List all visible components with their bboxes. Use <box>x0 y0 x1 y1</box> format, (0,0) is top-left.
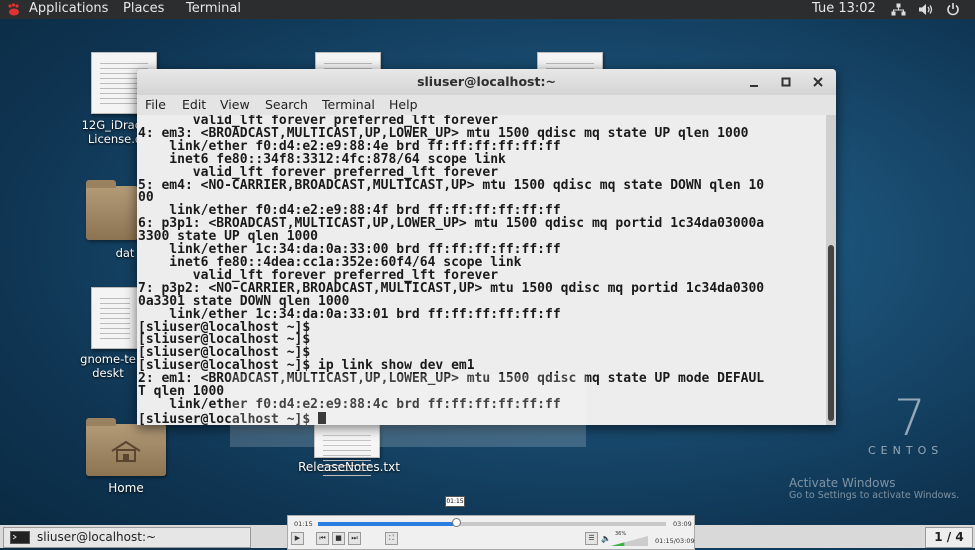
menu-edit[interactable]: Edit <box>182 97 206 112</box>
fullscreen-icon[interactable]: ⛶ <box>385 532 398 545</box>
playlist-icon[interactable]: ☰ <box>585 532 598 545</box>
desktop-icon-label: deskt <box>92 366 124 380</box>
maximize-icon[interactable] <box>777 73 795 91</box>
terminal-app-menu[interactable]: Terminal <box>186 1 241 16</box>
seek-bar[interactable] <box>318 522 666 526</box>
volume-slider[interactable] <box>611 536 648 546</box>
terminal-output[interactable]: valid_lft forever preferred_lft forever 4… <box>137 115 826 425</box>
speaker-icon[interactable]: 🔈 <box>601 534 611 543</box>
menu-search[interactable]: Search <box>265 97 308 112</box>
places-menu[interactable]: Places <box>123 1 164 16</box>
house-icon <box>111 440 141 462</box>
previous-icon[interactable]: ⏮ <box>316 532 329 545</box>
desktop-file-icon[interactable] <box>91 287 139 349</box>
volume-icon[interactable] <box>918 3 934 16</box>
video-player-controls: 01:15 03:09 ▶ ⏮ ■ ⏭ ⛶ ☰ 🔈 36% 01:15/03:0… <box>287 515 695 550</box>
desktop-icon-label: Home <box>108 481 144 495</box>
activate-title: Activate Windows <box>789 476 896 490</box>
play-icon[interactable]: ▶ <box>291 532 304 545</box>
stop-icon[interactable]: ■ <box>332 532 345 545</box>
terminal-icon <box>10 531 30 544</box>
terminal-line: 2: em1: <BROADCAST,MULTICAST,UP,LOWER_UP… <box>138 371 765 387</box>
terminal-menubar: File Edit View Search Terminal Help <box>137 95 836 115</box>
terminal-prompt-line[interactable]: [sliuser@localhost ~]$ <box>137 411 826 425</box>
menu-view[interactable]: View <box>220 97 250 112</box>
network-icon[interactable] <box>891 3 906 16</box>
terminal-line: link/ether f0:d4:e2:e9:88:4c brd ff:ff:f… <box>138 396 561 412</box>
window-titlebar[interactable]: sliuser@localhost:~ <box>137 69 836 95</box>
centos-watermark: 7 CENTOS <box>868 392 943 457</box>
desktop-icon-gnome-terminal[interactable]: gnome-te deskt <box>68 352 148 380</box>
desktop-icon-label: ReleaseNotes.txt <box>298 460 400 474</box>
terminal-line: 5: em4: <NO-CARRIER,BROADCAST,MULTICAST,… <box>138 177 765 193</box>
taskbar-terminal-button[interactable]: sliuser@localhost:~ <box>3 527 251 548</box>
taskbar-terminal-label: sliuser@localhost:~ <box>37 530 157 544</box>
seek-tooltip: 01:15 <box>445 496 465 507</box>
desktop-icon-home[interactable]: Home <box>86 481 166 495</box>
text-cursor <box>318 411 327 424</box>
centos-logo-text: CENTOS <box>868 444 944 457</box>
terminal-scrollbar[interactable] <box>826 115 836 425</box>
next-icon[interactable]: ⏭ <box>348 532 361 545</box>
home-folder-icon[interactable] <box>86 418 166 476</box>
gnome-foot-icon[interactable] <box>7 3 21 16</box>
time-readout: 01:15/03:09 <box>655 537 695 545</box>
close-icon[interactable] <box>809 73 827 91</box>
top-panel: Applications Places Terminal Tue 13:02 <box>0 0 975 19</box>
clock[interactable]: Tue 13:02 <box>812 1 876 16</box>
current-time: 01:15 <box>294 520 313 528</box>
workspace-switcher[interactable]: 1 / 4 <box>925 527 973 548</box>
menu-help[interactable]: Help <box>389 97 418 112</box>
power-icon[interactable] <box>946 2 960 16</box>
scrollbar-thumb[interactable] <box>828 245 834 421</box>
data-folder-icon[interactable] <box>86 180 138 240</box>
window-title: sliuser@localhost:~ <box>417 74 556 89</box>
terminal-lines: valid_lft forever preferred_lft forever 4… <box>137 115 826 412</box>
minimize-icon[interactable] <box>745 73 763 91</box>
activate-subtitle: Go to Settings to activate Windows. <box>789 490 960 501</box>
activate-windows-notice: Activate Windows Go to Settings to activ… <box>789 476 959 501</box>
terminal-prompt: [sliuser@localhost ~]$ <box>138 411 319 425</box>
menu-terminal[interactable]: Terminal <box>322 97 375 112</box>
desktop-icon-label: gnome-te <box>80 352 136 366</box>
desktop-icon-release-notes[interactable]: ReleaseNotes.txt <box>284 460 414 474</box>
release-notes-file-icon[interactable] <box>314 424 380 477</box>
seek-progress <box>318 522 457 526</box>
terminal-window[interactable]: sliuser@localhost:~ File Edit View Searc… <box>137 69 836 425</box>
total-time: 03:09 <box>673 520 692 528</box>
applications-menu[interactable]: Applications <box>29 1 108 16</box>
centos-version-number: 7 <box>894 389 926 447</box>
menu-file[interactable]: File <box>145 97 166 112</box>
